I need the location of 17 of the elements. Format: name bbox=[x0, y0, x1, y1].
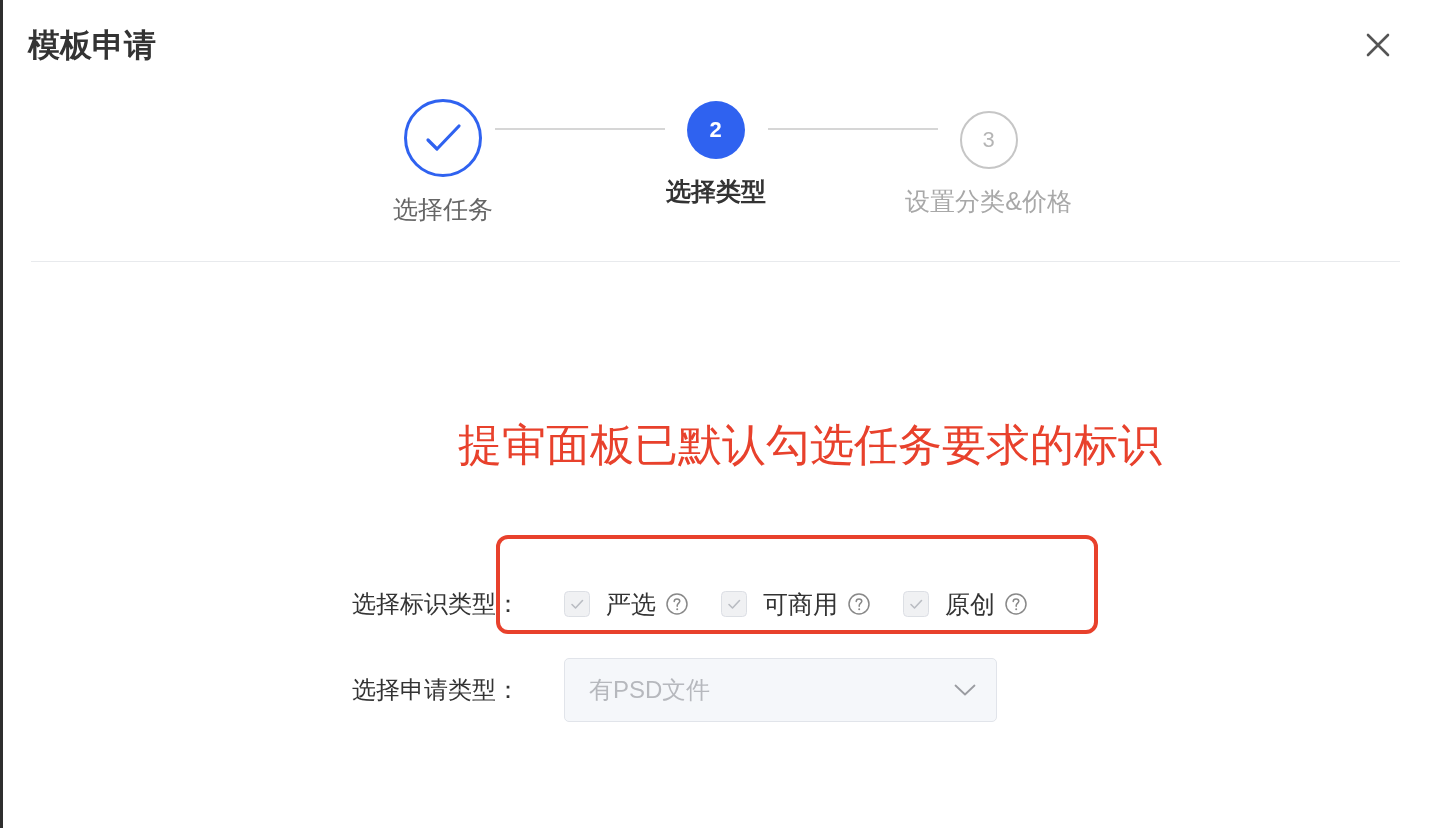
chevron-down-icon bbox=[954, 684, 976, 696]
step-number: 3 bbox=[959, 111, 1018, 169]
step-label: 选择类型 bbox=[665, 176, 766, 206]
step-label: 选择任务 bbox=[392, 194, 493, 224]
step-number: 2 bbox=[686, 101, 745, 159]
annotation-text: 提审面板已默认勾选任务要求的标识 bbox=[458, 419, 1162, 471]
close-icon[interactable] bbox=[1366, 33, 1390, 57]
field-label: 选择标识类型： bbox=[352, 589, 521, 619]
checkbox-label: 严选 bbox=[606, 589, 656, 619]
checkbox-label: 可商用 bbox=[763, 589, 838, 619]
checkbox-label: 原创 bbox=[945, 589, 995, 619]
help-icon[interactable] bbox=[1005, 593, 1027, 615]
field-label: 选择申请类型： bbox=[352, 675, 521, 705]
step-label: 设置分类&价格 bbox=[905, 186, 1072, 216]
help-icon[interactable] bbox=[666, 593, 688, 615]
help-icon[interactable] bbox=[848, 593, 870, 615]
dialog-title: 模板申请 bbox=[28, 26, 156, 65]
